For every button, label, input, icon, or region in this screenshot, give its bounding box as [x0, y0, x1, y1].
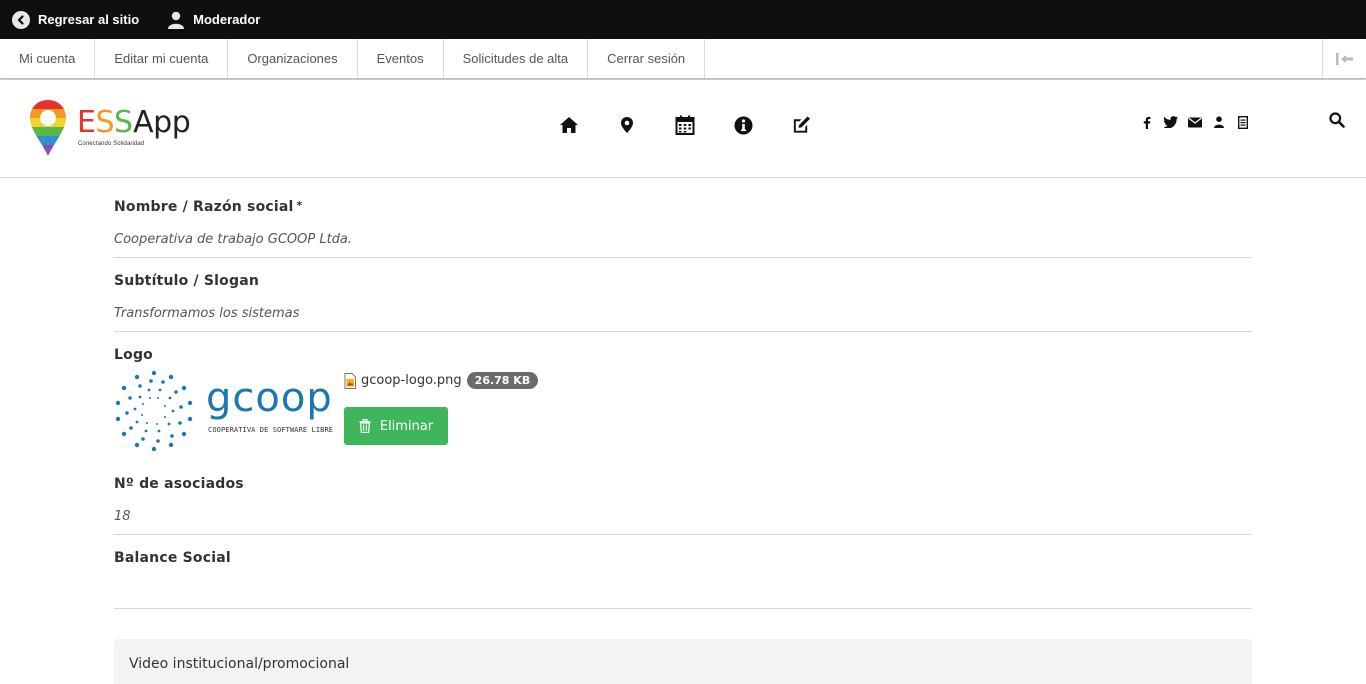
image-file-icon: [344, 372, 356, 389]
gcoop-logo-image: gcoop COOPERATIVA DE SOFTWARE LIBRE: [114, 370, 336, 452]
logo-wordmark: ESSApp: [77, 105, 191, 140]
gcoop-dots-mark: [115, 370, 193, 452]
divider: [114, 257, 1252, 258]
edit-icon[interactable]: [791, 114, 811, 136]
back-to-site-label: Regresar al sitio: [38, 12, 140, 27]
map-marker-icon[interactable]: [617, 114, 637, 136]
twitter-icon[interactable]: [1164, 115, 1178, 129]
home-icon[interactable]: [559, 114, 579, 136]
divider: [114, 608, 1252, 609]
gcoop-caption: COOPERATIVA DE SOFTWARE LIBRE: [208, 426, 334, 434]
required-mark: *: [296, 199, 303, 212]
tab-organizations[interactable]: Organizaciones: [228, 39, 358, 78]
divider: [114, 331, 1252, 332]
tab-logout[interactable]: Cerrar sesión: [588, 39, 706, 78]
members-label: Nº de asociados: [114, 476, 244, 492]
main-nav: [559, 114, 849, 136]
moderator-label: Moderador: [193, 12, 261, 27]
social-links: [1140, 115, 1260, 129]
back-to-site-link[interactable]: Regresar al sitio: [12, 0, 139, 39]
file-size-badge: 26.78 KB: [466, 372, 539, 389]
video-panel-title: Video institucional/promocional: [129, 656, 350, 672]
divider: [114, 534, 1252, 535]
facebook-icon[interactable]: [1140, 115, 1154, 129]
subtitle-value: Transformamos los sistemas: [114, 306, 300, 321]
gcoop-wordmark: gcoop: [206, 375, 333, 421]
tray-orientation-toggle[interactable]: [1322, 39, 1366, 78]
document-icon[interactable]: [1236, 115, 1250, 129]
account-icon[interactable]: [1212, 115, 1226, 129]
subtitle-label: Subtítulo / Slogan: [114, 273, 260, 289]
uploaded-file-row: gcoop-logo.png 26.78 KB: [344, 372, 539, 389]
video-panel: Video institucional/promocional: [114, 639, 1252, 684]
user-icon: [168, 11, 185, 29]
admin-toolbar: Regresar al sitio Moderador: [0, 0, 1366, 39]
name-label: Nombre / Razón social *: [114, 199, 303, 215]
delete-file-label: Eliminar: [379, 418, 434, 434]
essapp-logo[interactable]: ESSApp Conectando Solidaridad: [29, 99, 199, 159]
calendar-icon[interactable]: [675, 114, 695, 136]
moderator-menu[interactable]: Moderador: [167, 0, 260, 39]
name-value: Cooperativa de trabajo GCOOP Ltda.: [114, 232, 353, 247]
file-name-link[interactable]: gcoop-logo.png: [361, 373, 462, 388]
toolbar-tray: Mi cuenta Editar mi cuenta Organizacione…: [0, 39, 1366, 79]
tab-my-account[interactable]: Mi cuenta: [0, 39, 96, 78]
info-icon[interactable]: [733, 114, 753, 136]
social-balance-label: Balance Social: [114, 550, 231, 566]
tab-events[interactable]: Eventos: [358, 39, 444, 78]
collapse-left-icon: [1335, 52, 1353, 65]
envelope-icon[interactable]: [1188, 115, 1202, 129]
tab-signup-requests[interactable]: Solicitudes de alta: [444, 39, 589, 78]
logo-tagline: Conectando Solidaridad: [78, 141, 145, 147]
site-header: ESSApp Conectando Solidaridad: [0, 80, 1366, 178]
delete-file-button[interactable]: Eliminar: [344, 407, 448, 445]
members-value: 18: [114, 509, 131, 524]
trash-icon: [359, 419, 371, 433]
rainbow-pin-icon: [30, 100, 66, 156]
tab-edit-account[interactable]: Editar mi cuenta: [95, 39, 229, 78]
logo-label: Logo: [114, 347, 153, 363]
search-icon[interactable]: [1329, 112, 1347, 130]
chevron-left-icon: [12, 10, 30, 29]
